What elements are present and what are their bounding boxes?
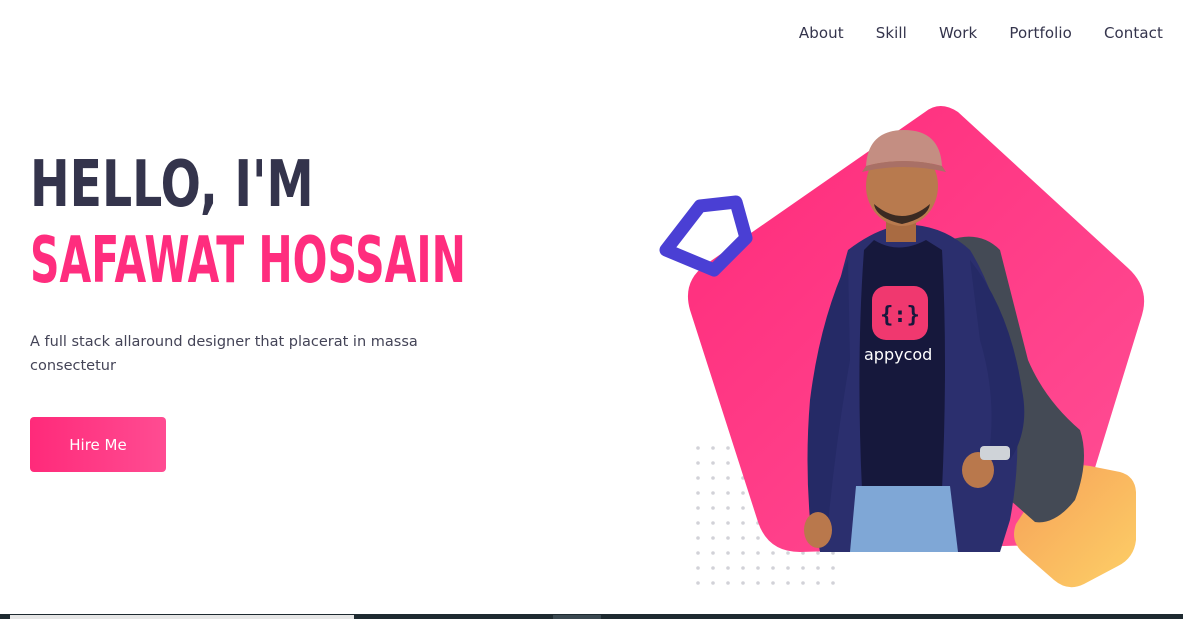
main-nav: About Skill Work Portfolio Contact: [767, 24, 1163, 42]
hero-text: HELLO, I'M SAFAWAT HOSSAIN A full stack …: [30, 148, 500, 378]
shirt-text: appycod: [864, 345, 932, 364]
nav-portfolio[interactable]: Portfolio: [1009, 24, 1072, 42]
bottom-strip-segment: [10, 615, 354, 619]
hero-greeting: HELLO, I'M: [30, 148, 314, 222]
hero-tagline: A full stack allaround designer that pla…: [30, 334, 418, 374]
svg-text:{:}: {:}: [880, 303, 920, 328]
jeans: [850, 486, 958, 552]
t-shirt: [859, 240, 945, 490]
nav-skill[interactable]: Skill: [876, 24, 907, 42]
bottom-strip-segment: [553, 615, 601, 619]
hire-me-button[interactable]: Hire Me: [30, 417, 166, 472]
left-hand: [804, 512, 832, 548]
hero-heading: HELLO, I'M SAFAWAT HOSSAIN: [30, 148, 500, 300]
hero-illustration: {:} appycod: [650, 100, 1183, 600]
nav-about[interactable]: About: [799, 24, 844, 42]
hero-name: SAFAWAT HOSSAIN: [30, 224, 466, 298]
wristwatch: [980, 446, 1010, 460]
hero-art-svg: {:} appycod: [659, 106, 1145, 594]
nav-work[interactable]: Work: [939, 24, 977, 42]
nav-contact[interactable]: Contact: [1104, 24, 1163, 42]
